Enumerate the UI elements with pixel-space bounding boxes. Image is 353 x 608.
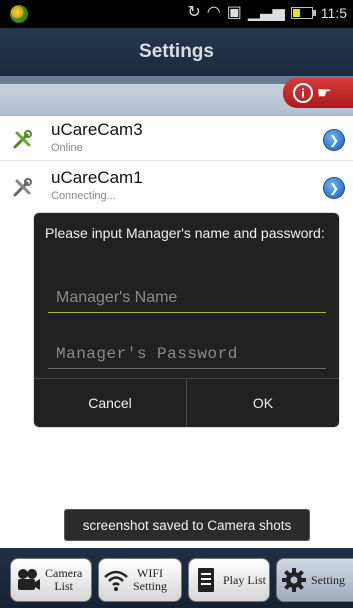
device-status: Online [51, 142, 83, 154]
bottom-tab-bar: Camera List WIFI Setting Play List Setti… [0, 548, 353, 608]
device-name: uCareCam3 [51, 120, 143, 139]
battery-icon [290, 7, 316, 19]
device-row[interactable]: uCareCam1 Connecting... ❯ [0, 166, 353, 208]
dialog-buttons: Cancel OK [34, 378, 339, 427]
signal-icon: ▁▃▅ [247, 4, 285, 21]
status-bar: ↻ ◠ ▣ ▁▃▅ 11:5 [0, 0, 353, 28]
wifi-icon: ◠ [206, 4, 221, 21]
list-divider [0, 160, 353, 161]
login-dialog: Please input Manager's name and password… [33, 212, 340, 428]
device-row[interactable]: uCareCam3 Online ❯ [0, 118, 353, 160]
manager-name-input[interactable] [48, 283, 326, 313]
tools-icon [13, 130, 32, 149]
hand-pointer-icon: ☛ [317, 85, 332, 102]
arrow-right-circle-icon[interactable]: ❯ [323, 177, 345, 199]
page-title: Settings [139, 41, 214, 62]
gear-icon [282, 568, 306, 592]
arrow-right-circle-icon[interactable]: ❯ [323, 129, 345, 151]
device-status: Connecting... [51, 190, 116, 202]
tab-play-list[interactable]: Play List [188, 558, 270, 602]
tools-icon [13, 178, 32, 197]
sync-icon: ↻ [187, 4, 201, 21]
cancel-button[interactable]: Cancel [34, 379, 187, 427]
document-list-icon [198, 568, 214, 592]
dialog-message: Please input Manager's name and password… [45, 225, 325, 241]
tab-setting[interactable]: Setting [276, 558, 353, 602]
video-camera-icon [18, 569, 40, 590]
ok-button[interactable]: OK [187, 379, 339, 427]
status-time: 11:5 [320, 5, 347, 21]
tab-label: Play List [223, 572, 267, 587]
tab-label: Setting [311, 572, 346, 587]
tab-wifi-setting[interactable]: WIFI Setting [98, 558, 182, 602]
sd-card-icon: ▣ [226, 4, 242, 21]
info-help-button[interactable]: i ☛ [283, 78, 353, 108]
tab-camera-list[interactable]: Camera List [10, 558, 92, 602]
device-name: uCareCam1 [51, 168, 143, 187]
status-icons: ↻ ◠ ▣ ▁▃▅ 11:5 [187, 4, 347, 22]
manager-password-input[interactable] [48, 339, 326, 369]
info-icon: i [293, 83, 313, 103]
title-bar: Settings [0, 28, 353, 76]
toast-message: screenshot saved to Camera shots [64, 509, 310, 541]
tab-label: Camera List [45, 566, 83, 593]
tab-label: WIFI Setting [133, 566, 168, 593]
wifi-icon [104, 570, 128, 591]
app-notification-icon [10, 5, 28, 23]
